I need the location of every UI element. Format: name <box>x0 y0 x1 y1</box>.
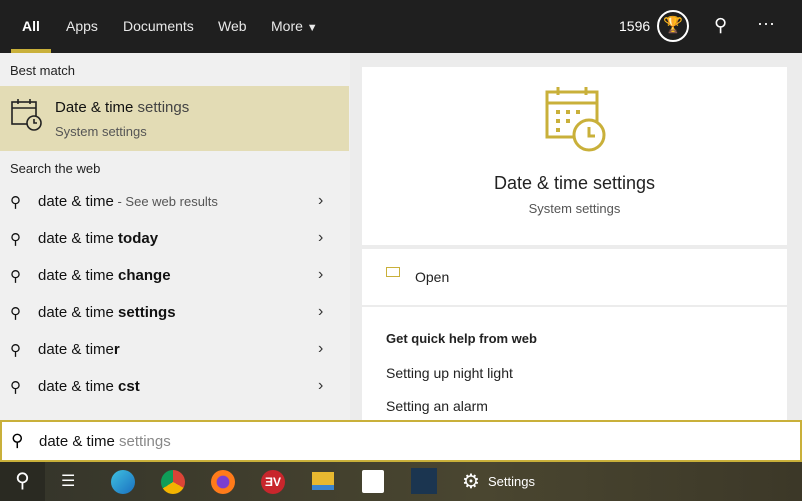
web-result-item[interactable]: ⚲ date & time settings › <box>0 295 349 332</box>
gear-icon[interactable]: ⚙ <box>462 469 480 494</box>
firefox-icon[interactable] <box>211 470 235 494</box>
search-icon: ⚲ <box>10 194 21 211</box>
settings-taskbar-label[interactable]: Settings <box>488 474 535 489</box>
help-link[interactable]: Setting up night light <box>386 365 513 381</box>
open-icon <box>386 267 400 277</box>
expressvpn-icon[interactable]: ƎV <box>261 470 285 494</box>
web-result-text: date & time - See web results <box>38 193 218 210</box>
tab-documents[interactable]: Documents <box>123 18 194 34</box>
chevron-right-icon: › <box>318 303 324 320</box>
chevron-right-icon: › <box>318 340 324 357</box>
web-result-item[interactable]: ⚲ date & time change › <box>0 258 349 295</box>
best-match-title: Date & time settings <box>55 99 190 116</box>
search-icon: ⚲ <box>10 231 21 248</box>
preview-subtitle: System settings <box>528 201 621 216</box>
best-match-subtitle: System settings <box>55 124 147 139</box>
store-icon[interactable] <box>362 470 384 493</box>
chevron-right-icon: › <box>318 192 324 209</box>
best-match-item[interactable]: Date & time settings System settings <box>0 86 349 151</box>
quick-help-heading: Get quick help from web <box>386 331 537 346</box>
tab-apps[interactable]: Apps <box>66 18 98 34</box>
caret-down-icon: ▼ <box>306 22 318 34</box>
preview-title: Date & time settings <box>493 173 656 193</box>
chevron-right-icon: › <box>318 229 324 246</box>
quick-help-section: Get quick help from web Setting up night… <box>362 307 787 420</box>
trophy-icon[interactable]: 🏆 <box>657 10 689 42</box>
tab-web[interactable]: Web <box>218 18 247 34</box>
help-link[interactable]: Setting an alarm <box>386 398 488 414</box>
web-result-text: date & timer <box>38 341 120 358</box>
best-match-heading: Best match <box>10 63 76 78</box>
web-result-item[interactable]: ⚲ date & time cst › <box>0 369 349 406</box>
preview-panel: Date & time settings System settings Ope… <box>350 53 802 420</box>
web-result-text: date & time today <box>38 230 159 247</box>
feedback-icon[interactable]: ⚲ <box>714 15 727 36</box>
edge-icon[interactable] <box>111 470 135 494</box>
chevron-right-icon: › <box>318 377 324 394</box>
kindle-icon[interactable] <box>411 468 437 494</box>
search-tabs-bar: All Apps Documents Web More ▼ 1596 🏆 ⚲ ·… <box>0 0 802 53</box>
web-result-text: date & time cst <box>38 378 140 395</box>
search-icon[interactable]: ⚲ <box>0 462 45 501</box>
search-icon: ⚲ <box>10 268 21 285</box>
web-result-text: date & time change <box>38 267 171 284</box>
chrome-icon[interactable] <box>161 470 185 494</box>
open-label: Open <box>415 269 450 285</box>
chevron-right-icon: › <box>318 266 324 283</box>
file-explorer-icon[interactable] <box>312 472 334 490</box>
web-result-item[interactable]: ⚲ date & timer › <box>0 332 349 369</box>
task-view-icon[interactable]: ☰ <box>61 471 75 491</box>
search-icon: ⚲ <box>11 431 24 450</box>
search-web-heading: Search the web <box>10 161 101 176</box>
web-result-item[interactable]: ⚲ date & time - See web results › <box>0 184 349 221</box>
web-result-item[interactable]: ⚲ date & time today › <box>0 221 349 258</box>
tab-more[interactable]: More ▼ <box>271 18 318 34</box>
search-input[interactable]: date & time settings <box>39 433 171 450</box>
results-panel: Best match Date & time settings System s… <box>0 53 350 420</box>
search-icon: ⚲ <box>10 305 21 322</box>
open-action[interactable]: Open <box>362 249 787 305</box>
more-icon[interactable]: ··· <box>757 13 775 34</box>
calendar-clock-icon <box>545 87 606 152</box>
taskbar: ⚲ ☰ ƎV ⚙ Settings <box>0 462 802 501</box>
search-icon: ⚲ <box>10 342 21 359</box>
search-icon: ⚲ <box>10 379 21 396</box>
web-result-text: date & time settings <box>38 304 176 321</box>
calendar-clock-icon <box>11 99 42 131</box>
preview-card: Date & time settings System settings <box>362 67 787 245</box>
search-box[interactable]: ⚲ date & time settings <box>0 420 802 462</box>
tab-more-label: More <box>271 18 303 34</box>
rewards-points: 1596 <box>619 18 651 34</box>
tab-all[interactable]: All <box>22 18 40 34</box>
